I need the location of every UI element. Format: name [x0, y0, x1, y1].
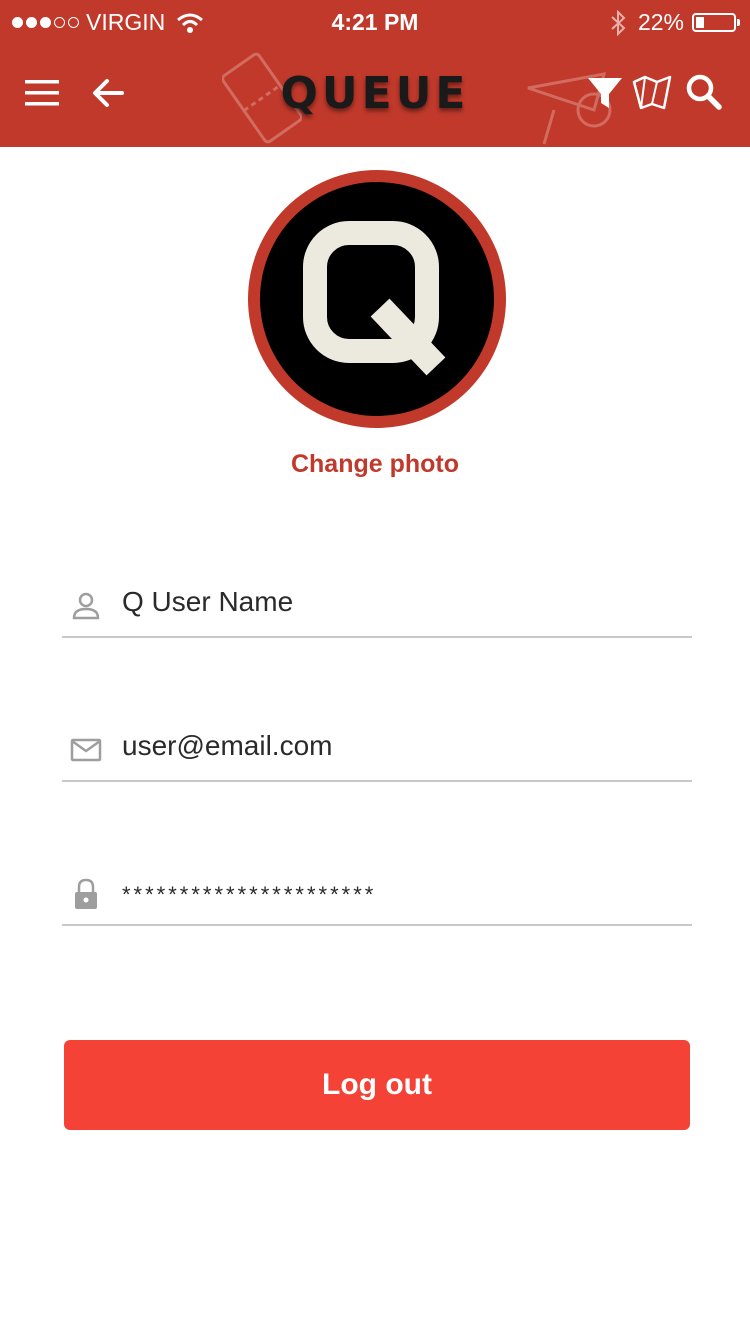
- search-icon[interactable]: [682, 70, 728, 116]
- map-icon[interactable]: [630, 70, 676, 116]
- lock-icon: [75, 878, 97, 909]
- battery-percent: 22%: [637, 9, 684, 35]
- battery-icon: [692, 13, 740, 32]
- logout-button[interactable]: Log out: [64, 1040, 690, 1130]
- change-photo-link[interactable]: Change photo: [0, 450, 750, 479]
- status-bar: VIRGIN 4:21 PM 22%: [0, 0, 750, 44]
- password-field[interactable]: **********************: [62, 860, 692, 926]
- mail-icon: [70, 738, 102, 762]
- q-logo-icon: [303, 221, 446, 376]
- person-icon: [72, 592, 100, 620]
- battery-fill: [696, 17, 704, 28]
- avatar-circle: [260, 182, 494, 416]
- filter-icon[interactable]: [584, 70, 630, 116]
- email-value: user@email.com: [122, 730, 333, 761]
- email-field[interactable]: user@email.com: [62, 716, 692, 782]
- password-value: **********************: [122, 882, 377, 907]
- bluetooth-icon: [611, 9, 626, 36]
- app-header: VIRGIN 4:21 PM 22% QUEUE: [0, 0, 750, 147]
- battery-status: 22%: [610, 9, 740, 36]
- name-value: Q User Name: [122, 586, 294, 617]
- profile-avatar[interactable]: [248, 170, 506, 428]
- name-field[interactable]: Q User Name: [62, 572, 692, 638]
